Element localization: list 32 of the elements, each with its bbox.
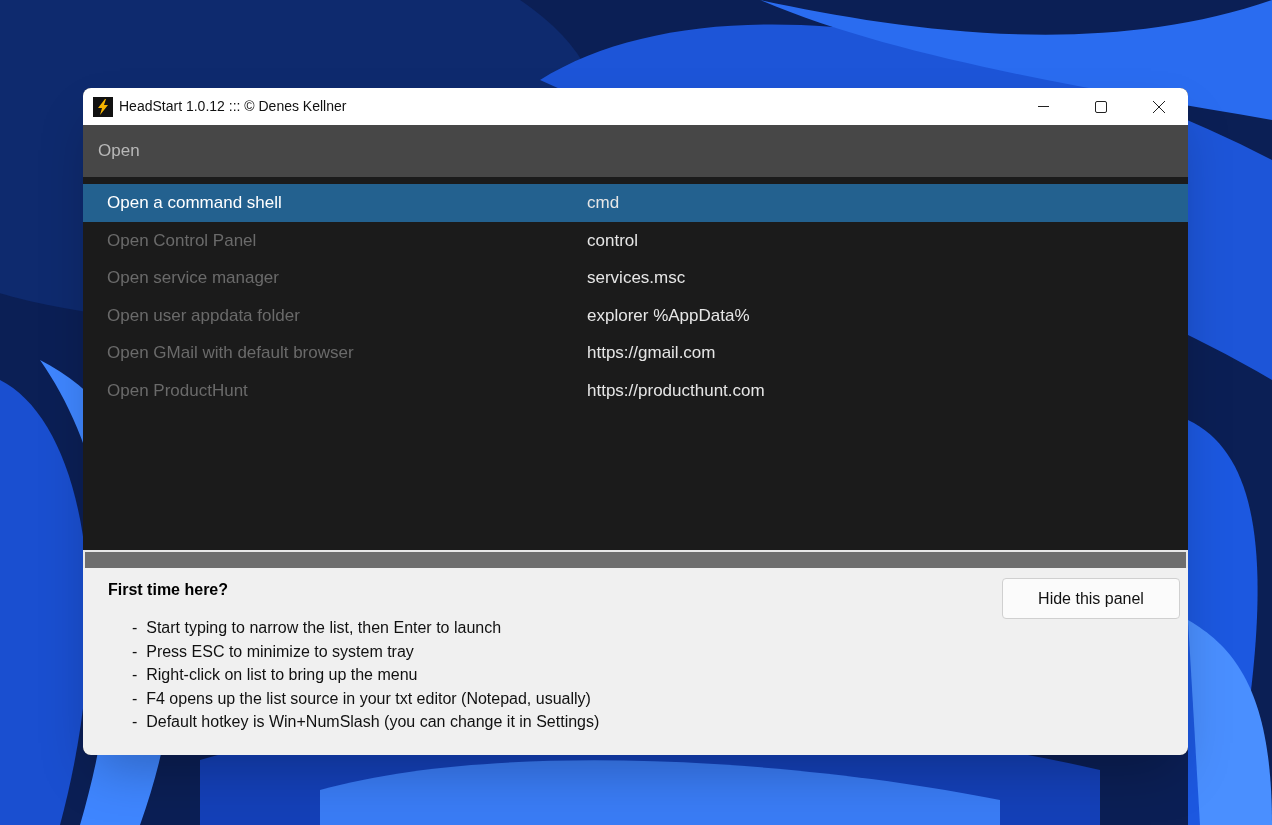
row-command: services.msc bbox=[587, 267, 686, 289]
row-command: https://producthunt.com bbox=[587, 379, 765, 402]
window-title: HeadStart 1.0.12 ::: © Denes Kellner bbox=[119, 97, 347, 116]
tip-text: - Right-click on list to bring up the menu bbox=[132, 665, 419, 685]
row-label: Open Control Panel bbox=[106, 229, 258, 252]
row-command: cmd bbox=[587, 192, 620, 214]
close-icon bbox=[1153, 100, 1165, 113]
search-field[interactable]: Open bbox=[83, 125, 1188, 177]
hide-panel-button[interactable]: Hide this panel bbox=[1002, 578, 1180, 619]
list-row[interactable]: Open service manager services.msc bbox=[83, 259, 1188, 297]
list-row[interactable]: Open GMail with default browser https://gmail.com bbox=[83, 334, 1188, 372]
maximize-icon bbox=[1095, 100, 1107, 113]
row-command: https://gmail.com bbox=[587, 342, 716, 364]
panel-heading: First time here? bbox=[108, 580, 229, 600]
list-row[interactable]: Open user appdata folder explorer %AppData% bbox=[83, 296, 1188, 334]
row-command: control bbox=[587, 229, 639, 252]
lightning-icon bbox=[93, 96, 113, 117]
splitter-bar[interactable] bbox=[83, 550, 1188, 568]
row-label: Open ProductHunt bbox=[106, 379, 249, 402]
tip-text: - Press ESC to minimize to system tray bbox=[132, 641, 415, 662]
row-label: Open a command shell bbox=[106, 192, 283, 214]
list-row[interactable]: Open ProductHunt https://producthunt.com bbox=[83, 371, 1188, 409]
list-row[interactable]: Open Control Panel control bbox=[83, 221, 1188, 259]
row-label: Open GMail with default browser bbox=[106, 342, 355, 364]
tip-text: - F4 opens up the list source in your txt editor (Notepad, usually) bbox=[132, 688, 592, 709]
list-row[interactable]: Open a command shell cmd bbox=[83, 184, 1188, 222]
tip-text: - Start typing to narrow the list, then Enter to launch bbox=[132, 618, 503, 638]
minimize-icon bbox=[1037, 105, 1049, 108]
row-label: Open service manager bbox=[106, 267, 280, 289]
row-command: explorer %AppData% bbox=[587, 304, 750, 327]
tip-text: - Default hotkey is Win+NumSlash (you can change it in Settings) bbox=[132, 712, 601, 732]
row-label: Open user appdata folder bbox=[106, 304, 301, 327]
